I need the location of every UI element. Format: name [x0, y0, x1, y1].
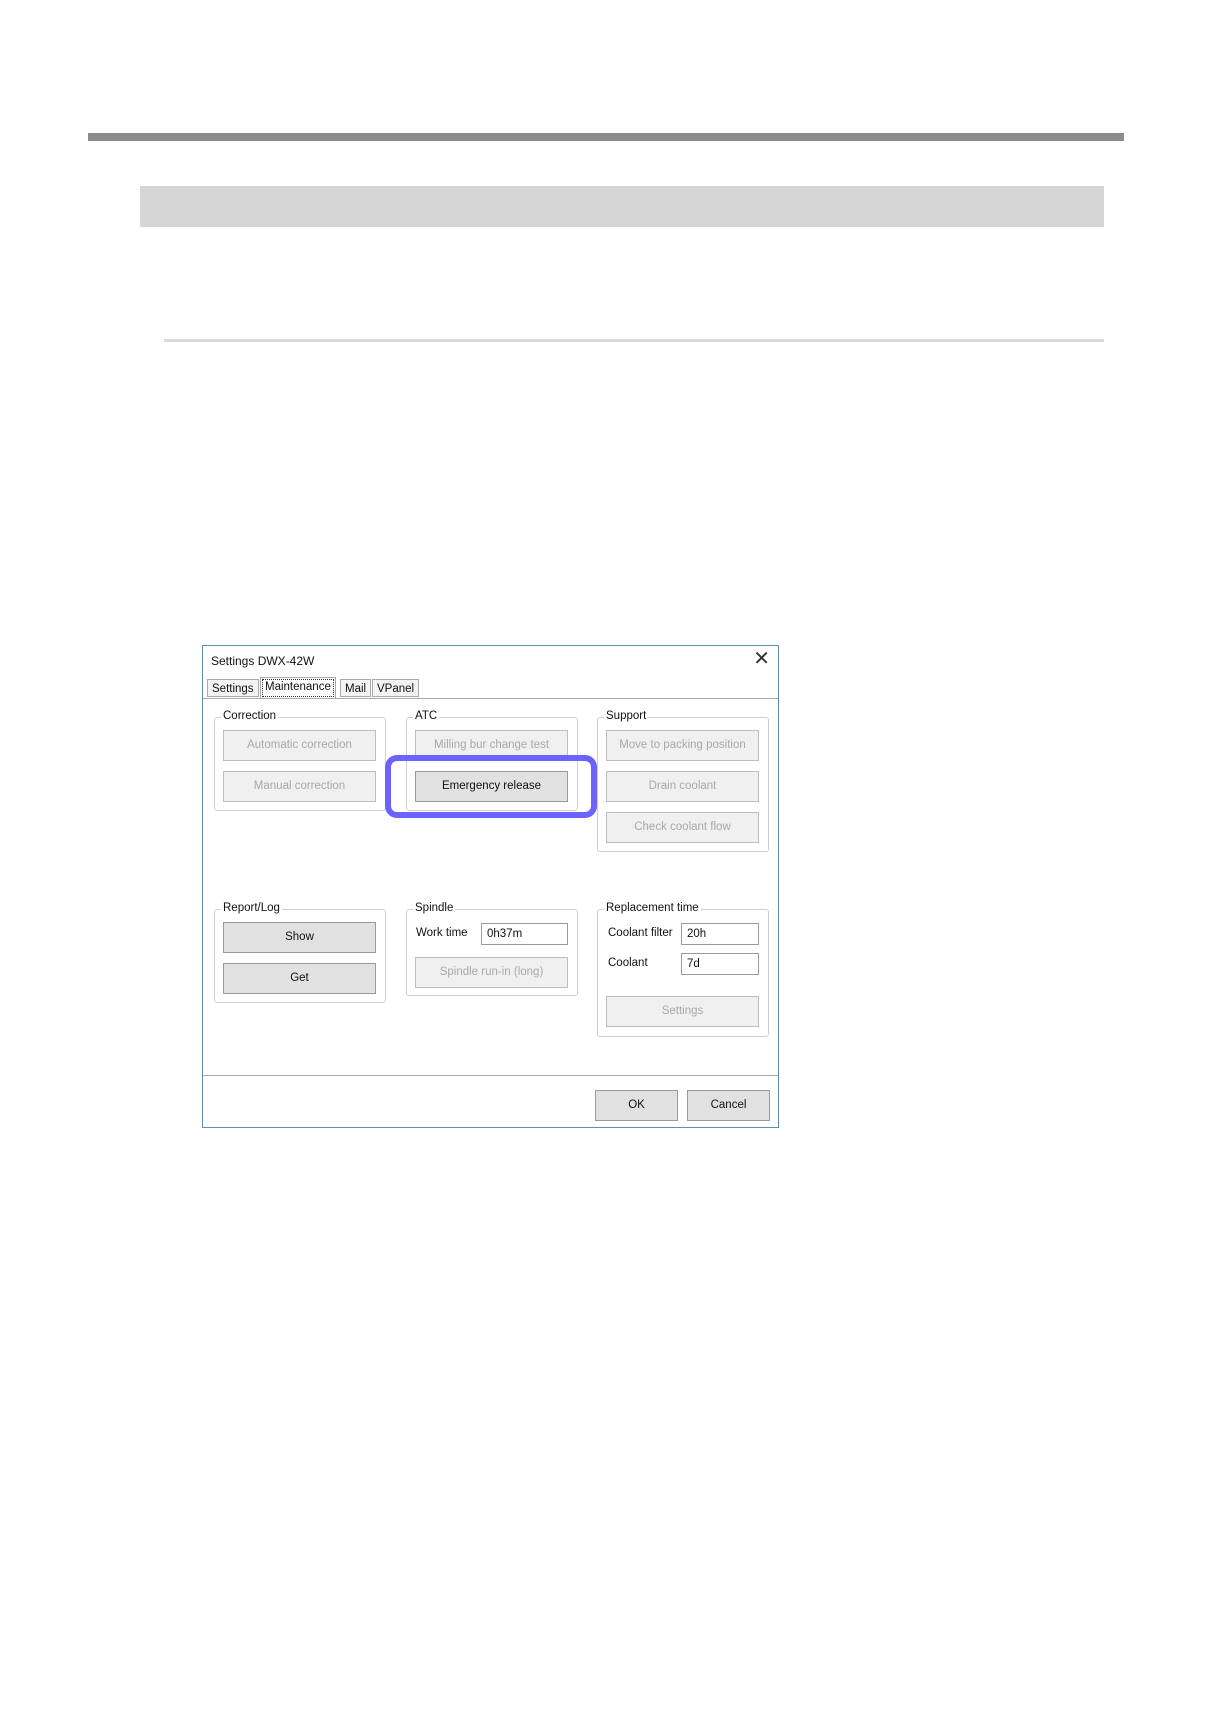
ok-button[interactable]: OK — [595, 1090, 678, 1121]
automatic-correction-button[interactable]: Automatic correction — [223, 730, 376, 761]
correction-group: Correction Automatic correction Manual c… — [214, 710, 386, 811]
section-header-band — [140, 186, 1104, 227]
get-report-button[interactable]: Get — [223, 963, 376, 994]
support-legend: Support — [604, 710, 649, 722]
manual-correction-button[interactable]: Manual correction — [223, 771, 376, 802]
emergency-release-highlight — [385, 755, 597, 818]
tab-vpanel[interactable]: VPanel — [372, 679, 420, 697]
drain-coolant-button[interactable]: Drain coolant — [606, 771, 759, 802]
close-icon[interactable]: ✕ — [753, 648, 770, 670]
coolant-field[interactable]: 7d — [681, 953, 759, 975]
cancel-button[interactable]: Cancel — [687, 1090, 770, 1121]
tab-settings[interactable]: Settings — [207, 679, 259, 697]
replacement-time-group: Replacement time Coolant filter 20h Cool… — [597, 902, 769, 1037]
spindle-run-in-button[interactable]: Spindle run-in (long) — [415, 957, 568, 988]
tab-maintenance[interactable]: Maintenance — [260, 677, 336, 699]
replacement-time-legend: Replacement time — [604, 902, 701, 914]
replacement-settings-button[interactable]: Settings — [606, 996, 759, 1027]
work-time-field[interactable]: 0h37m — [481, 923, 568, 945]
settings-dialog: Settings DWX-42W ✕ Settings Maintenance … — [202, 645, 779, 1128]
correction-legend: Correction — [221, 710, 279, 722]
move-to-packing-position-button[interactable]: Move to packing position — [606, 730, 759, 761]
show-report-button[interactable]: Show — [223, 922, 376, 953]
dialog-title: Settings DWX-42W — [211, 654, 315, 668]
coolant-filter-field[interactable]: 20h — [681, 923, 759, 945]
support-group: Support Move to packing position Drain c… — [597, 710, 769, 852]
coolant-filter-label: Coolant filter — [608, 927, 673, 939]
atc-legend: ATC — [413, 710, 440, 722]
report-log-group: Report/Log Show Get — [214, 902, 386, 1003]
report-log-legend: Report/Log — [221, 902, 282, 914]
tab-mail[interactable]: Mail — [340, 679, 372, 697]
check-coolant-flow-button[interactable]: Check coolant flow — [606, 812, 759, 843]
page-top-rule — [88, 133, 1124, 141]
coolant-label: Coolant — [608, 957, 648, 969]
section-divider — [164, 339, 1104, 342]
work-time-label: Work time — [416, 927, 468, 939]
spindle-group: Spindle Work time 0h37m Spindle run-in (… — [406, 902, 578, 996]
spindle-legend: Spindle — [413, 902, 456, 914]
